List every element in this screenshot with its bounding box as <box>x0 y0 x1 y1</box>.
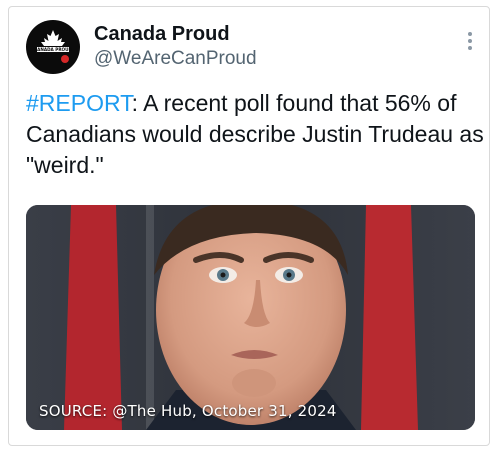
media-caption: SOURCE: @The Hub, October 31, 2024 <box>39 402 337 420</box>
avatar-logo-text: CANADA PROUD <box>34 47 72 52</box>
tweet-card[interactable]: CANADA PROUD Canada Proud @WeAreCanProud… <box>8 6 490 446</box>
hashtag-link[interactable]: #REPORT <box>26 90 132 116</box>
display-name[interactable]: Canada Proud <box>94 23 230 46</box>
tweet-media[interactable]: SOURCE: @The Hub, October 31, 2024 <box>26 205 475 430</box>
avatar[interactable]: CANADA PROUD <box>26 20 80 74</box>
maple-leaf-icon <box>41 30 65 46</box>
account-handle[interactable]: @WeAreCanProud <box>94 48 257 70</box>
more-vertical-icon[interactable] <box>467 32 473 52</box>
tweet-text: #REPORT: A recent poll found that 56% of… <box>26 88 484 181</box>
media-photo <box>26 205 475 430</box>
